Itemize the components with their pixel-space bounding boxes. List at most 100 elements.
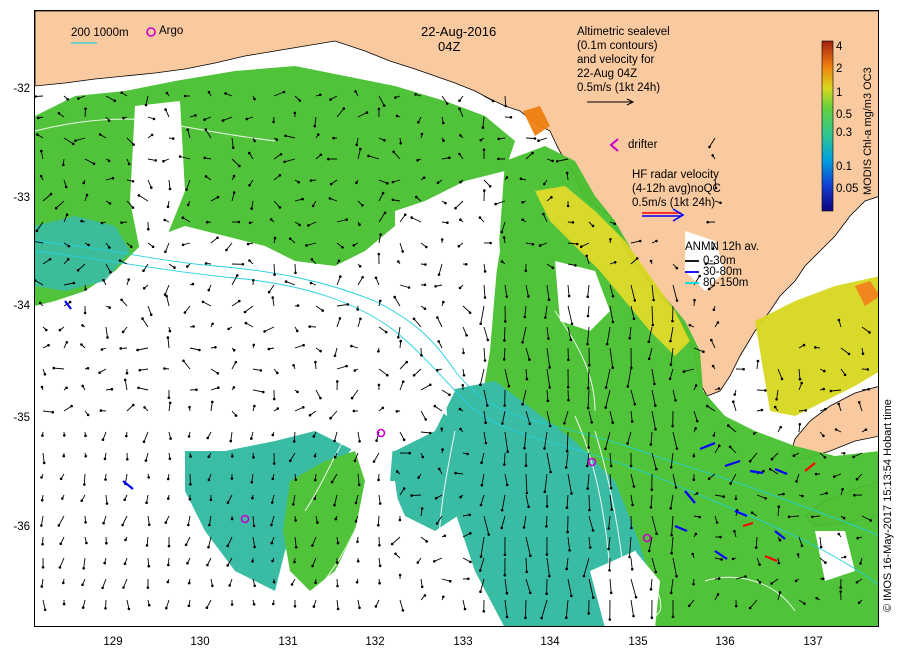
velocity-arrow-head	[719, 201, 722, 205]
velocity-arrow-head	[397, 260, 400, 263]
velocity-arrow-head	[319, 396, 322, 400]
velocity-arrow-head	[143, 406, 146, 409]
velocity-arrow-head	[355, 181, 358, 185]
velocity-arrow-head	[834, 428, 838, 431]
velocity-arrow-head	[798, 377, 802, 381]
velocity-arrow-head	[768, 467, 772, 471]
velocity-arrow	[609, 557, 611, 571]
y-tick-label: -34	[13, 300, 30, 312]
velocity-arrow-head	[206, 436, 209, 440]
velocity-arrow-head	[469, 532, 472, 535]
x-tick-label: 135	[628, 636, 648, 648]
velocity-arrow-head	[272, 397, 276, 401]
velocity-arrow-head	[604, 447, 607, 451]
velocity-arrow-head	[384, 330, 388, 334]
velocity-arrow-head	[270, 501, 274, 504]
velocity-arrow-head	[142, 286, 146, 290]
velocity-arrow-head	[329, 416, 332, 420]
scale-bar-label: 200 1000m	[71, 27, 129, 39]
velocity-arrow-head	[278, 206, 282, 209]
velocity-arrow-head	[527, 505, 530, 509]
velocity-arrow-head	[378, 299, 382, 303]
velocity-arrow-head	[823, 369, 826, 373]
velocity-arrow-head	[630, 420, 634, 423]
velocity-arrow-head	[717, 577, 721, 580]
velocity-arrow-head	[42, 461, 46, 465]
velocity-arrow-head	[647, 357, 651, 361]
velocity-arrow-head	[613, 261, 617, 264]
velocity-arrow-head	[565, 506, 569, 510]
velocity-arrow-head	[480, 483, 484, 487]
velocity-arrow-head	[358, 440, 361, 443]
velocity-arrow-head	[531, 151, 534, 155]
velocity-arrow-head	[312, 605, 316, 608]
velocity-arrow-head	[631, 503, 634, 507]
velocity-arrow-head	[227, 327, 230, 331]
velocity-arrow-head	[259, 369, 263, 372]
velocity-arrow-head	[420, 132, 424, 136]
velocity-arrow-head	[191, 282, 195, 286]
velocity-arrow-head	[345, 364, 348, 368]
velocity-arrow-head	[842, 452, 846, 455]
altimetry-legend-line-4: 22-Aug 04Z	[577, 68, 638, 80]
velocity-arrow-head	[327, 157, 330, 161]
velocity-arrow-head	[503, 573, 507, 577]
velocity-arrow-head	[181, 243, 185, 247]
velocity-arrow-head	[764, 389, 767, 392]
velocity-arrow-head	[868, 331, 871, 334]
velocity-arrow-head	[841, 488, 844, 491]
velocity-arrow	[231, 300, 240, 307]
x-tick-label: 129	[103, 636, 123, 648]
velocity-arrow-head	[59, 477, 63, 481]
velocity-arrow-head	[533, 137, 537, 140]
velocity-arrow-head	[234, 414, 238, 417]
velocity-arrow-head	[442, 300, 445, 304]
velocity-arrow-head	[289, 459, 292, 463]
velocity-arrow-head	[531, 243, 535, 246]
anmn-legend-item-3: 80-150m	[703, 277, 749, 289]
y-tick-label: -32	[13, 83, 30, 95]
velocity-arrow-head	[538, 244, 542, 247]
velocity-arrow-head	[207, 455, 211, 459]
velocity-arrow-head	[283, 160, 286, 164]
velocity-arrow	[187, 515, 191, 525]
velocity-arrow-head	[497, 137, 501, 141]
velocity-arrow-head	[802, 343, 806, 347]
velocity-arrow-head	[694, 532, 698, 536]
velocity-arrow-head	[103, 561, 106, 565]
velocity-arrow-head	[84, 107, 87, 111]
velocity-arrow-head	[410, 494, 414, 497]
velocity-arrow-head	[333, 503, 336, 507]
velocity-arrow-head	[395, 114, 399, 118]
velocity-arrow-head	[138, 368, 142, 372]
velocity-arrow-head	[565, 449, 569, 453]
velocity-arrow-head	[120, 91, 123, 94]
velocity-arrow-head	[416, 159, 419, 162]
velocity-arrow-head	[787, 515, 791, 519]
velocity-arrow-head	[214, 346, 217, 349]
velocity-arrow-head	[319, 349, 322, 353]
velocity-arrow-head	[211, 400, 214, 404]
velocity-arrow-head	[166, 477, 170, 481]
velocity-arrow-head	[187, 581, 191, 585]
velocity-arrow-head	[711, 154, 714, 157]
velocity-arrow-head	[770, 457, 774, 461]
velocity-arrow-head	[548, 366, 551, 369]
velocity-arrow	[479, 368, 485, 385]
velocity-arrow-head	[480, 461, 483, 465]
velocity-arrow-head	[442, 139, 445, 142]
velocity-arrow-head	[669, 466, 673, 469]
velocity-arrow-head	[309, 179, 313, 182]
velocity-arrow-head	[669, 339, 672, 343]
velocity-arrow-head	[82, 181, 85, 185]
velocity-arrow-head	[521, 218, 524, 221]
velocity-arrow-head	[528, 358, 531, 361]
velocity-arrow-head	[505, 591, 509, 595]
velocity-arrow-head	[626, 385, 630, 388]
velocity-arrow-head	[122, 116, 125, 120]
velocity-arrow-head	[204, 175, 208, 178]
velocity-arrow-head	[448, 156, 451, 159]
velocity-arrow-head	[64, 185, 68, 189]
velocity-arrow-head	[423, 283, 427, 287]
velocity-arrow-head	[425, 540, 429, 543]
